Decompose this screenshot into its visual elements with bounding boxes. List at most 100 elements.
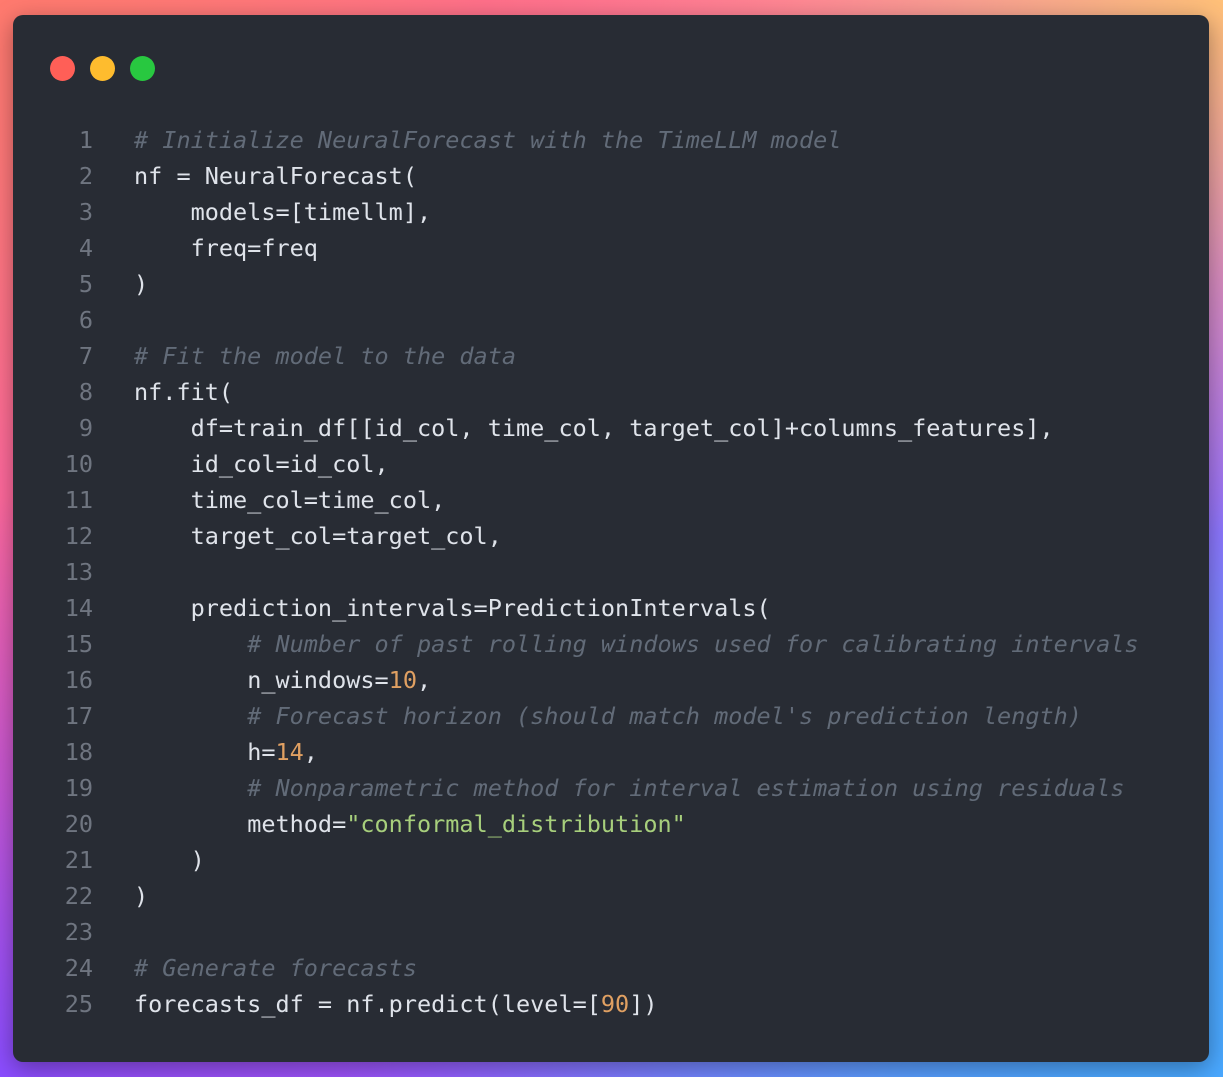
code-line: 6 (13, 302, 1209, 338)
line-source (93, 302, 134, 338)
line-number: 8 (78, 378, 93, 406)
line-source: n_windows=10, (93, 662, 431, 698)
line-number: 21 (64, 846, 93, 874)
code-window: 1 # Initialize NeuralForecast with the Ti… (13, 15, 1209, 1062)
code-token-comment: # Number of past rolling windows used fo… (247, 630, 1139, 658)
code-line: 23 (13, 914, 1209, 950)
line-source: nf = NeuralForecast( (93, 158, 417, 194)
code-token-string: "conformal_distribution" (346, 810, 686, 838)
code-line: 14 prediction_intervals=PredictionInterv… (13, 590, 1209, 626)
code-line: 20 method="conformal_distribution" (13, 806, 1209, 842)
code-token-plain: , (416, 666, 432, 694)
code-token-plain: target_col=target_col, (190, 522, 502, 550)
code-token-plain: ) (134, 270, 149, 298)
zoom-button[interactable] (130, 56, 155, 81)
code-line: 11 time_col=time_col, (13, 482, 1209, 518)
code-token-plain: ]) (629, 990, 658, 1018)
line-number: 3 (78, 198, 93, 226)
line-number: 5 (78, 270, 93, 298)
line-source: # Initialize NeuralForecast with the Tim… (93, 122, 841, 158)
code-line: 9 df=train_df[[id_col, time_col, target_… (13, 410, 1209, 446)
line-source: nf.fit( (93, 374, 233, 410)
line-number: 20 (64, 810, 93, 838)
code-token-plain: id_col=id_col, (190, 450, 389, 478)
line-number: 19 (64, 774, 93, 802)
line-source: # Nonparametric method for interval esti… (93, 770, 1124, 806)
minimize-button[interactable] (90, 56, 115, 81)
code-line: 10 id_col=id_col, (13, 446, 1209, 482)
code-block[interactable]: 1 # Initialize NeuralForecast with the Ti… (13, 122, 1209, 1022)
code-token-comment: # Initialize NeuralForecast with the Tim… (134, 126, 842, 154)
line-source: # Number of past rolling windows used fo… (93, 626, 1139, 662)
line-number: 10 (64, 450, 93, 478)
code-line: 8 nf.fit( (13, 374, 1209, 410)
line-source: id_col=id_col, (93, 446, 389, 482)
code-token-number: 10 (388, 666, 417, 694)
code-line: 1 # Initialize NeuralForecast with the Ti… (13, 122, 1209, 158)
code-line: 18 h=14, (13, 734, 1209, 770)
line-number: 16 (64, 666, 93, 694)
code-token-plain: , (303, 738, 318, 766)
line-number: 11 (64, 486, 93, 514)
line-number: 7 (78, 342, 93, 370)
window-controls (50, 56, 155, 81)
line-source: forecasts_df = nf.predict(level=[90]) (93, 986, 657, 1022)
line-number: 18 (64, 738, 93, 766)
line-source: # Generate forecasts (93, 950, 417, 986)
code-token-plain: prediction_intervals=PredictionIntervals… (190, 594, 771, 622)
code-token-number: 90 (600, 990, 630, 1018)
code-token-comment: # Nonparametric method for interval esti… (247, 774, 1125, 802)
line-number: 14 (64, 594, 93, 622)
code-token-plain: ) (190, 846, 205, 874)
code-line: 19 # Nonparametric method for interval e… (13, 770, 1209, 806)
line-number: 15 (64, 630, 93, 658)
code-token-plain: ) (134, 882, 149, 910)
line-number: 1 (78, 126, 93, 154)
line-number: 13 (64, 558, 93, 586)
code-token-plain: df=train_df[[id_col, time_col, target_co… (190, 414, 1054, 442)
code-line: 7 # Fit the model to the data (13, 338, 1209, 374)
line-source: freq=freq (93, 230, 318, 266)
code-token-plain: models=[timellm], (190, 198, 432, 226)
code-token-plain: nf.fit( (134, 378, 234, 406)
code-token-plain: freq=freq (190, 234, 318, 262)
code-token-plain: time_col=time_col, (190, 486, 446, 514)
line-number: 17 (64, 702, 93, 730)
code-line: 2 nf = NeuralForecast( (13, 158, 1209, 194)
code-line: 17 # Forecast horizon (should match mode… (13, 698, 1209, 734)
code-token-number: 14 (275, 738, 304, 766)
line-source: prediction_intervals=PredictionIntervals… (93, 590, 771, 626)
line-number: 9 (78, 414, 93, 442)
code-line: 25 forecasts_df = nf.predict(level=[90]) (13, 986, 1209, 1022)
line-number: 22 (64, 882, 93, 910)
line-number: 24 (64, 954, 93, 982)
line-source: ) (93, 878, 148, 914)
code-line: 3 models=[timellm], (13, 194, 1209, 230)
code-token-comment: # Fit the model to the data (134, 342, 517, 370)
close-button[interactable] (50, 56, 75, 81)
code-line: 16 n_windows=10, (13, 662, 1209, 698)
code-line: 4 freq=freq (13, 230, 1209, 266)
line-source: models=[timellm], (93, 194, 432, 230)
line-source: h=14, (93, 734, 318, 770)
code-line: 21 ) (13, 842, 1209, 878)
line-number: 12 (64, 522, 93, 550)
line-source: ) (93, 842, 205, 878)
line-source: method="conformal_distribution" (93, 806, 686, 842)
line-source (93, 554, 134, 590)
line-number: 6 (78, 306, 93, 334)
